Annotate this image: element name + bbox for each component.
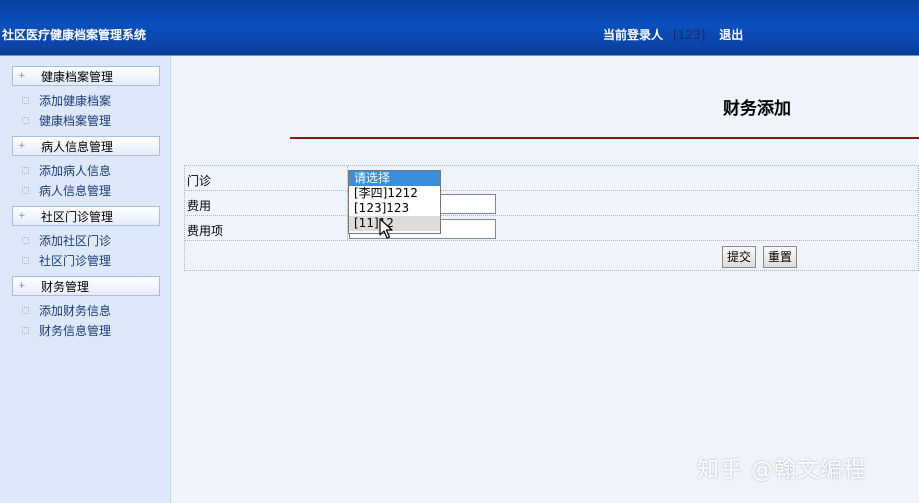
form-row-fee-item: 费用项	[185, 216, 919, 241]
sidebar-item-manage-clinics[interactable]: 社区门诊管理	[22, 254, 111, 268]
reset-button[interactable]: 重置	[763, 246, 798, 268]
sidebar-item-add-clinic[interactable]: 添加社区门诊	[22, 234, 111, 248]
bullet-icon	[22, 167, 29, 174]
sidebar-item-label: 添加病人信息	[39, 164, 112, 178]
bullet-icon	[22, 187, 29, 194]
sidebar-item-manage-patients[interactable]: 病人信息管理	[22, 184, 111, 198]
sidebar-group-label: 财务管理	[41, 280, 90, 294]
sidebar-item-add-patient[interactable]: 添加病人信息	[22, 164, 111, 178]
sidebar-item-label: 财务信息管理	[39, 324, 112, 338]
logout-link[interactable]: 退出	[719, 28, 743, 42]
bullet-icon	[22, 117, 29, 124]
dropdown-option[interactable]: [李四]1212	[349, 186, 440, 201]
bullet-icon	[22, 237, 29, 244]
form-row-fee: 费用	[185, 191, 919, 216]
sidebar-item-add-finance[interactable]: 添加财务信息	[22, 304, 111, 318]
sidebar-item-label: 添加财务信息	[39, 304, 112, 318]
sidebar-item-label: 添加社区门诊	[39, 234, 112, 248]
sidebar-item-label: 添加健康档案	[39, 94, 112, 108]
current-user: [123]	[673, 28, 706, 42]
submit-button[interactable]: 提交	[722, 246, 757, 268]
sidebar-item-label: 病人信息管理	[39, 184, 112, 198]
sidebar-item-label: 社区门诊管理	[39, 254, 112, 268]
sidebar-item-manage-finance[interactable]: 财务信息管理	[22, 324, 111, 338]
sidebar-group-clinics[interactable]: + 社区门诊管理	[12, 206, 160, 226]
mouse-cursor-icon	[379, 218, 393, 239]
app-header: 社区医疗健康档案管理系统 当前登录人 [123] 退出	[0, 0, 919, 56]
sidebar-item-add-health-record[interactable]: 添加健康档案	[22, 94, 111, 108]
sidebar: + 健康档案管理 添加健康档案 健康档案管理 + 病人信息管理 添加病人信息 病…	[0, 56, 171, 503]
finance-form: 门诊 费用 费用项	[184, 165, 919, 271]
expand-icon: +	[18, 141, 26, 151]
form-row-clinic: 门诊	[185, 166, 919, 191]
sidebar-group-label: 病人信息管理	[41, 140, 114, 154]
title-divider	[290, 137, 919, 139]
login-info: 当前登录人 [123] 退出	[603, 26, 743, 43]
clinic-label: 门诊	[187, 174, 212, 188]
main-content: 财务添加 门诊 费用 费用项 提交 重置	[171, 56, 919, 503]
sidebar-item-label: 健康档案管理	[39, 114, 112, 128]
fee-item-label: 费用项	[187, 224, 224, 238]
expand-icon: +	[18, 281, 26, 291]
sidebar-group-health-records[interactable]: + 健康档案管理	[12, 66, 160, 86]
page-title: 财务添加	[723, 99, 791, 119]
login-label: 当前登录人	[603, 28, 664, 42]
sidebar-group-patients[interactable]: + 病人信息管理	[12, 136, 160, 156]
bullet-icon	[22, 97, 29, 104]
bullet-icon	[22, 327, 29, 334]
fee-label: 费用	[187, 199, 212, 213]
sidebar-group-label: 社区门诊管理	[41, 210, 114, 224]
app-title: 社区医疗健康档案管理系统	[2, 28, 147, 42]
dropdown-option[interactable]: [123]123	[349, 201, 440, 216]
dropdown-option[interactable]: [11]12	[349, 216, 440, 231]
sidebar-item-manage-health-records[interactable]: 健康档案管理	[22, 114, 111, 128]
expand-icon: +	[18, 211, 26, 221]
dropdown-option[interactable]: 请选择	[349, 171, 440, 186]
clinic-dropdown-list[interactable]: 请选择 [李四]1212 [123]123 [11]12	[348, 170, 441, 234]
watermark: 知乎 @翰文编程	[697, 458, 866, 483]
bullet-icon	[22, 307, 29, 314]
expand-icon: +	[18, 71, 26, 81]
sidebar-group-finance[interactable]: + 财务管理	[12, 276, 160, 296]
bullet-icon	[22, 257, 29, 264]
sidebar-group-label: 健康档案管理	[41, 70, 114, 84]
